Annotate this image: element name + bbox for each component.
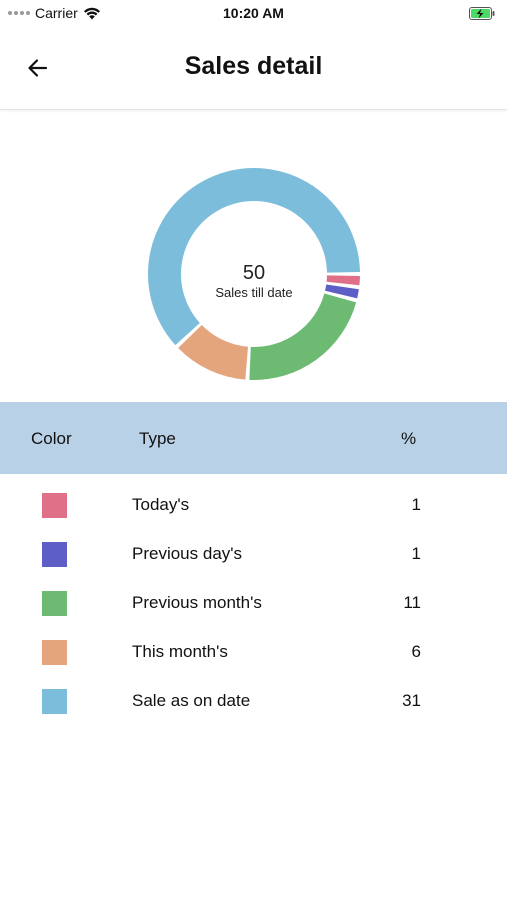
status-left: Carrier	[8, 5, 101, 21]
color-swatch	[42, 689, 67, 714]
status-bar: Carrier 10:20 AM	[0, 0, 507, 28]
type-cell: Previous day's	[132, 544, 243, 563]
page-title: Sales detail	[184, 52, 323, 80]
percent-cell: 1	[411, 495, 421, 514]
table-row: Previous month's 11	[0, 578, 507, 627]
table-row: Today's 1	[0, 480, 507, 529]
color-column-header: Color	[31, 429, 72, 448]
battery-charging-icon	[469, 7, 495, 20]
wifi-icon	[83, 7, 100, 19]
back-arrow-icon[interactable]	[22, 55, 52, 81]
type-cell: This month's	[132, 642, 228, 661]
donut-slice-this-month-s	[178, 324, 249, 380]
carrier-label: Carrier	[35, 5, 78, 21]
color-swatch	[42, 640, 67, 665]
donut-slice-previous-month-s	[249, 293, 357, 380]
percent-cell: 6	[411, 642, 421, 661]
percent-column-header: %	[401, 429, 417, 448]
type-cell: Previous month's	[132, 593, 262, 612]
type-cell: Today's	[132, 495, 190, 514]
table-row: This month's 6	[0, 627, 507, 676]
type-cell: Sale as on date	[132, 691, 251, 710]
percent-cell: 31	[402, 691, 421, 710]
table-row: Previous day's 1	[0, 529, 507, 578]
percent-cell: 1	[411, 544, 421, 563]
percent-cell: 11	[403, 593, 421, 612]
table-row: Sale as on date 31	[0, 676, 507, 725]
color-swatch	[42, 591, 67, 616]
table-header: Color Type %	[0, 402, 507, 474]
app-header: Sales detail	[0, 28, 507, 110]
type-column-header: Type	[139, 429, 176, 448]
sales-table: Today's 1 Previous day's 1 Previous mont…	[0, 480, 507, 725]
signal-icon	[8, 11, 30, 15]
color-swatch	[42, 542, 67, 567]
color-swatch	[42, 493, 67, 518]
chart-center-label: Sales till date	[215, 285, 293, 300]
chart-total: 50	[242, 262, 266, 284]
sales-donut-chart: 50 Sales till date	[0, 150, 507, 400]
